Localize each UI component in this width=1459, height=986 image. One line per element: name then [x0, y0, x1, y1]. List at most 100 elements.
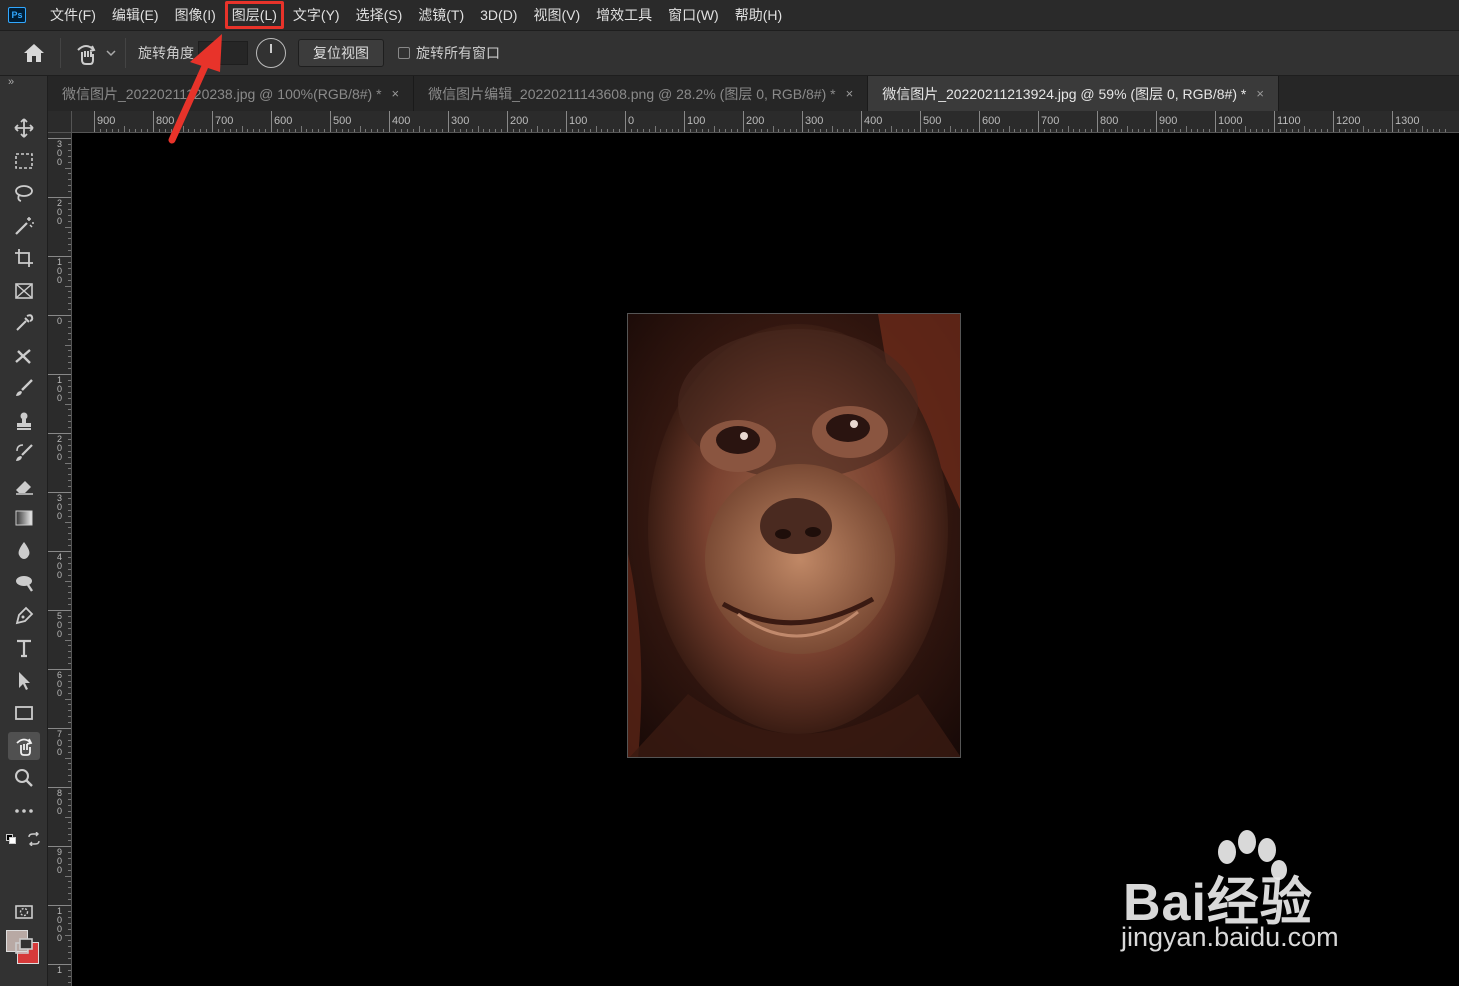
- clone-stamp-tool[interactable]: [8, 407, 40, 435]
- ruler-tick: [94, 111, 95, 132]
- crop-tool[interactable]: [8, 244, 40, 272]
- clone-stamp-icon: [17, 412, 31, 430]
- home-button[interactable]: [16, 38, 52, 68]
- healing-brush-icon: [15, 349, 31, 364]
- ruler-corner: [48, 111, 72, 133]
- tools-panel: »: [0, 76, 48, 986]
- ruler-tick: [1156, 111, 1157, 132]
- default-colors-icon[interactable]: [6, 834, 16, 844]
- reset-view-button[interactable]: 复位视图: [298, 39, 384, 67]
- ruler-tick: [389, 111, 390, 132]
- horizontal-ruler[interactable]: 900 800 700 600 500 400 300 200 100 0 100 200 300 400…: [72, 111, 1459, 133]
- screen-mode-button[interactable]: [8, 932, 40, 960]
- ruler-minor-tick: [1362, 126, 1364, 132]
- quick-mask-button[interactable]: [8, 898, 40, 926]
- ruler-label: 900: [97, 115, 116, 127]
- watermark-url: jingyan.baidu.com: [1121, 922, 1339, 952]
- photoshop-logo-icon: Ps: [8, 7, 26, 23]
- menu-file[interactable]: 文件(F): [42, 0, 104, 30]
- brush-tool[interactable]: [8, 374, 40, 402]
- dodge-tool[interactable]: [8, 569, 40, 597]
- separator: [60, 38, 61, 68]
- ruler-tick: [979, 111, 980, 132]
- eraser-tool[interactable]: [8, 472, 40, 500]
- rotate-view-tool[interactable]: [8, 732, 40, 760]
- document-tab-bar: 微信图片_20220211120238.jpg @ 100%(RGB/8#) *…: [48, 76, 1459, 111]
- ruler-minor-tick: [65, 521, 71, 523]
- menu-filter[interactable]: 滤镜(T): [410, 0, 472, 30]
- ruler-minor-tick: [1421, 126, 1423, 132]
- ruler-label: 2 0 0: [57, 198, 63, 226]
- ruler-label: 200: [510, 115, 529, 127]
- menu-window[interactable]: 窗口(W): [660, 0, 727, 30]
- lasso-tool[interactable]: [8, 179, 40, 207]
- zoom-tool[interactable]: [8, 764, 40, 792]
- ruler-label: 7 0 0: [57, 729, 63, 757]
- gradient-tool[interactable]: [8, 504, 40, 532]
- document-tab-active[interactable]: 微信图片_20220211213924.jpg @ 59% (图层 0, RGB…: [868, 76, 1279, 111]
- menu-help[interactable]: 帮助(H): [727, 0, 790, 30]
- magic-wand-tool[interactable]: [8, 212, 40, 240]
- rotation-dial[interactable]: [256, 38, 286, 68]
- pen-tool[interactable]: [8, 602, 40, 630]
- vertical-ruler[interactable]: 3 0 0 2 0 0 1 0 0 0 1 0 0 2 0 0 3 0 0 4 0 0 5 0 …: [48, 133, 72, 986]
- ruler-label: 100: [687, 115, 706, 127]
- move-tool[interactable]: [8, 114, 40, 142]
- close-icon[interactable]: ×: [392, 86, 400, 101]
- ruler-minor-tick: [1244, 126, 1246, 132]
- ruler-tick: [566, 111, 567, 132]
- close-icon[interactable]: ×: [846, 86, 854, 101]
- zoom-icon: [15, 769, 33, 787]
- ruler-minor-tick: [65, 403, 71, 405]
- menu-layer[interactable]: 图层(L): [224, 0, 285, 30]
- swap-colors-icon[interactable]: [27, 832, 41, 846]
- path-selection-tool[interactable]: [8, 667, 40, 695]
- menu-3d[interactable]: 3D(D): [472, 0, 525, 30]
- rectangle-icon: [15, 706, 33, 720]
- ruler-minor-tick: [772, 126, 774, 132]
- close-icon[interactable]: ×: [1256, 86, 1264, 101]
- type-tool[interactable]: [8, 634, 40, 662]
- panel-collapse-icon[interactable]: »: [8, 76, 14, 88]
- ruler-label: 400: [392, 115, 411, 127]
- ruler-label: 700: [1041, 115, 1060, 127]
- ruler-tick: [153, 111, 154, 132]
- document-tab-label: 微信图片_20220211213924.jpg @ 59% (图层 0, RGB…: [882, 85, 1247, 102]
- menu-edit[interactable]: 编辑(E): [104, 0, 167, 30]
- menu-image[interactable]: 图像(I): [167, 0, 224, 30]
- type-icon: [17, 639, 31, 658]
- rotate-all-windows-checkbox[interactable]: [398, 47, 410, 59]
- ruler-label: 500: [923, 115, 942, 127]
- rotate-all-windows-label: 旋转所有窗口: [416, 45, 500, 61]
- menu-view[interactable]: 视图(V): [525, 0, 588, 30]
- menu-bar: Ps 文件(F) 编辑(E) 图像(I) 图层(L) 文字(Y) 选择(S) 滤…: [0, 0, 1459, 30]
- more-tools-button[interactable]: [8, 797, 40, 825]
- document-tab[interactable]: 微信图片编辑_20220211143608.png @ 28.2% (图层 0,…: [414, 76, 869, 111]
- healing-brush-tool[interactable]: [8, 342, 40, 370]
- ruler-minor-tick: [477, 126, 479, 132]
- ruler-label: 1: [57, 965, 63, 975]
- ruler-tick: [861, 111, 862, 132]
- menu-select[interactable]: 选择(S): [348, 0, 411, 30]
- ruler-label: 600: [982, 115, 1001, 127]
- tool-preset-picker[interactable]: [73, 40, 117, 66]
- ruler-label: 300: [451, 115, 470, 127]
- ruler-tick: [448, 111, 449, 132]
- rectangle-tool[interactable]: [8, 699, 40, 727]
- ruler-minor-tick: [65, 875, 71, 877]
- ruler-tick: [1215, 111, 1216, 132]
- ruler-tick: [330, 111, 331, 132]
- orangutan-photo: [627, 313, 961, 758]
- frame-icon: [15, 283, 33, 299]
- frame-tool[interactable]: [8, 277, 40, 305]
- blur-tool[interactable]: [8, 537, 40, 565]
- ruler-label: 1 0 0 0: [57, 906, 63, 943]
- ruler-label: 1 0 0: [57, 257, 63, 285]
- menu-plugins[interactable]: 增效工具: [588, 0, 660, 30]
- eyedropper-tool[interactable]: [8, 309, 40, 337]
- menu-type[interactable]: 文字(Y): [285, 0, 348, 30]
- ruler-minor-tick: [65, 934, 71, 936]
- marquee-tool[interactable]: [8, 147, 40, 175]
- brush-icon: [16, 379, 33, 396]
- history-brush-tool[interactable]: [8, 439, 40, 467]
